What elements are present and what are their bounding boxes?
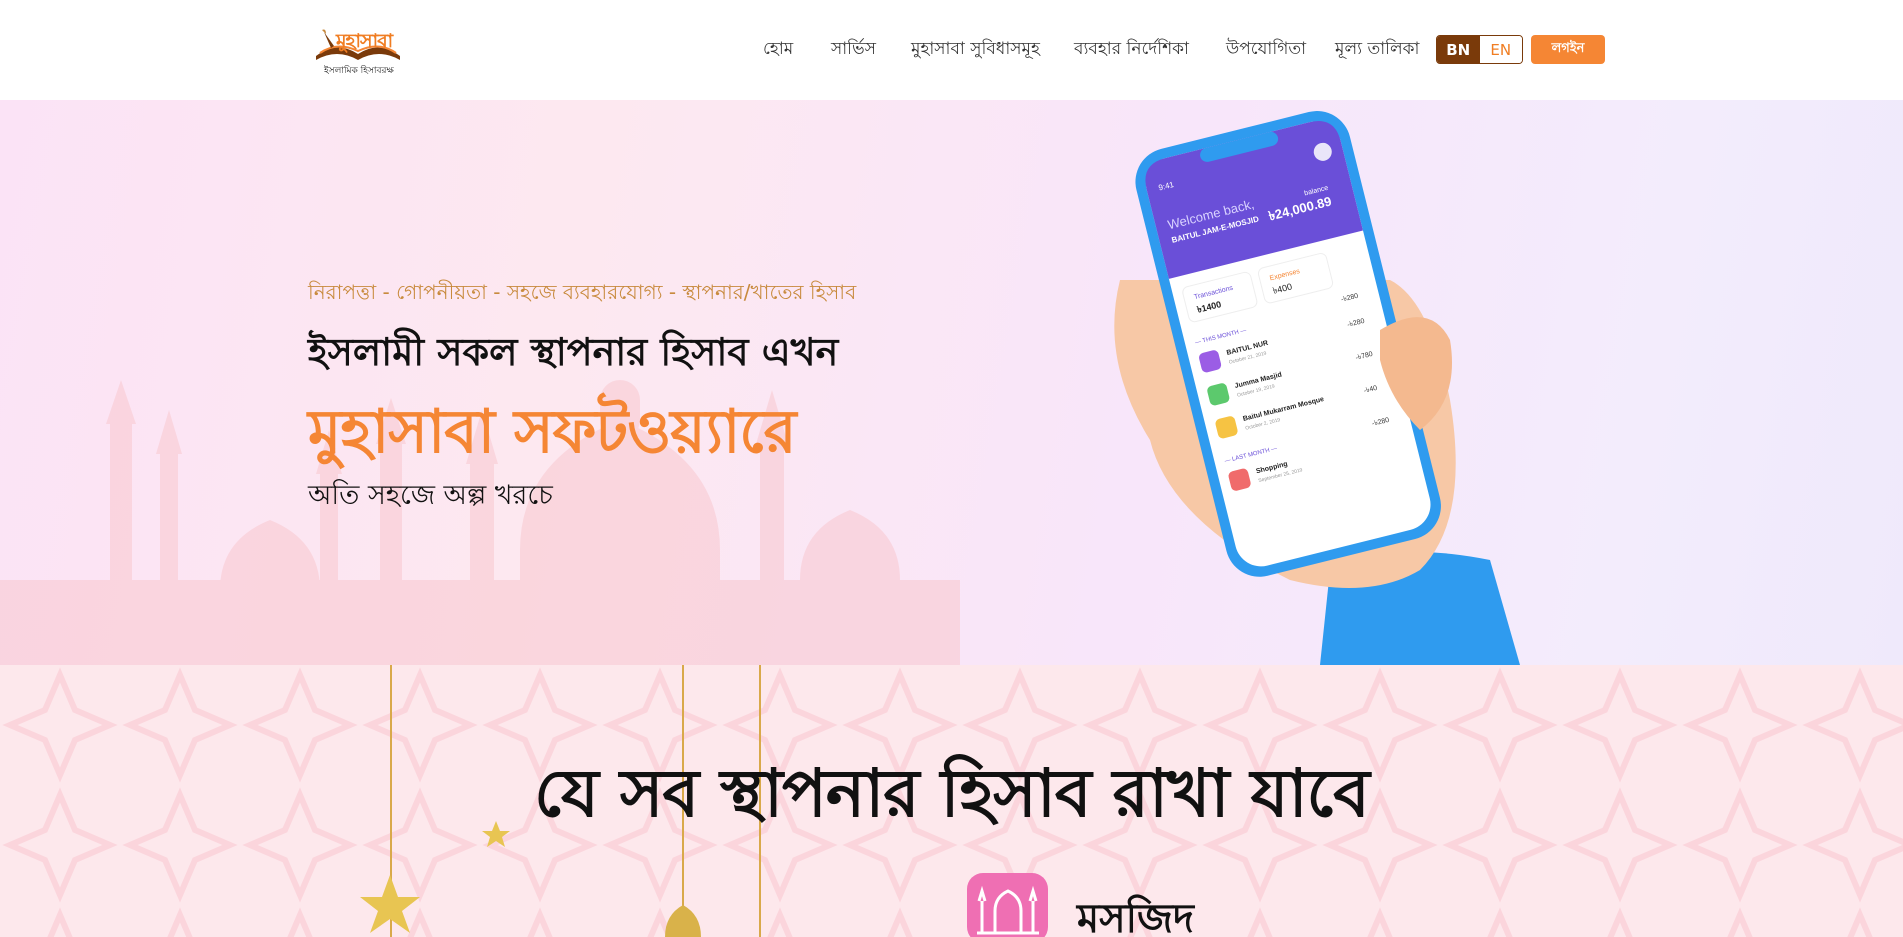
nav-service[interactable]: সার্ভিস <box>831 36 876 64</box>
lang-bn-button[interactable]: BN <box>1437 36 1480 63</box>
lantern-icon <box>665 905 701 937</box>
hero-subheading: অতি সহজে অল্প খরচে <box>308 480 553 511</box>
category-mosque-label[interactable]: মসজিদ <box>1077 887 1194 937</box>
hero-tagline: নিরাপত্তা - গোপনীয়তা - সহজে ব্যবহারযোগ্… <box>308 280 857 304</box>
main-nav: হোম সার্ভিস মুহাসাবা সুবিধাসমূহ ব্যবহার … <box>0 36 1903 62</box>
phone-mockup-illustration: 9:41 Welcome back, BAITUL JAM-E-MOSJID b… <box>1114 111 1520 665</box>
login-button[interactable]: লগইন <box>1531 35 1605 64</box>
logo-subtitle: ইসলামিক হিসাবরক্ষ <box>324 66 394 76</box>
site-header: মুহাসাবা ইসলামিক হিসাবরক্ষ হোম সার্ভিস ম… <box>0 0 1903 100</box>
lang-en-button[interactable]: EN <box>1479 36 1522 63</box>
hero-brand-heading: মুহাসাবা সফটওয়্যারে <box>308 397 797 467</box>
nav-home[interactable]: হোম <box>763 36 793 64</box>
nav-usefulness[interactable]: উপযোগিতা <box>1226 36 1306 64</box>
nav-pricing[interactable]: মূল্য তালিকা <box>1335 36 1419 64</box>
hero-heading: ইসলামী সকল স্থাপনার হিসাব এখন <box>308 330 839 374</box>
mosque-icon <box>977 885 1039 935</box>
hero-section: নিরাপত্তা - গোপনীয়তা - সহজে ব্যবহারযোগ্… <box>0 100 1903 665</box>
nav-guide[interactable]: ব্যবহার নির্দেশিকা <box>1074 36 1189 64</box>
language-switch: BN EN <box>1436 35 1523 64</box>
facilities-title: যে সব স্থাপনার হিসাব রাখা যাবে <box>534 755 1370 832</box>
facilities-section: যে সব স্থাপনার হিসাব রাখা যাবে মসজিদ <box>0 665 1903 937</box>
category-mosque-tile[interactable] <box>967 873 1048 937</box>
nav-features[interactable]: মুহাসাবা সুবিধাসমূহ <box>911 36 1040 64</box>
